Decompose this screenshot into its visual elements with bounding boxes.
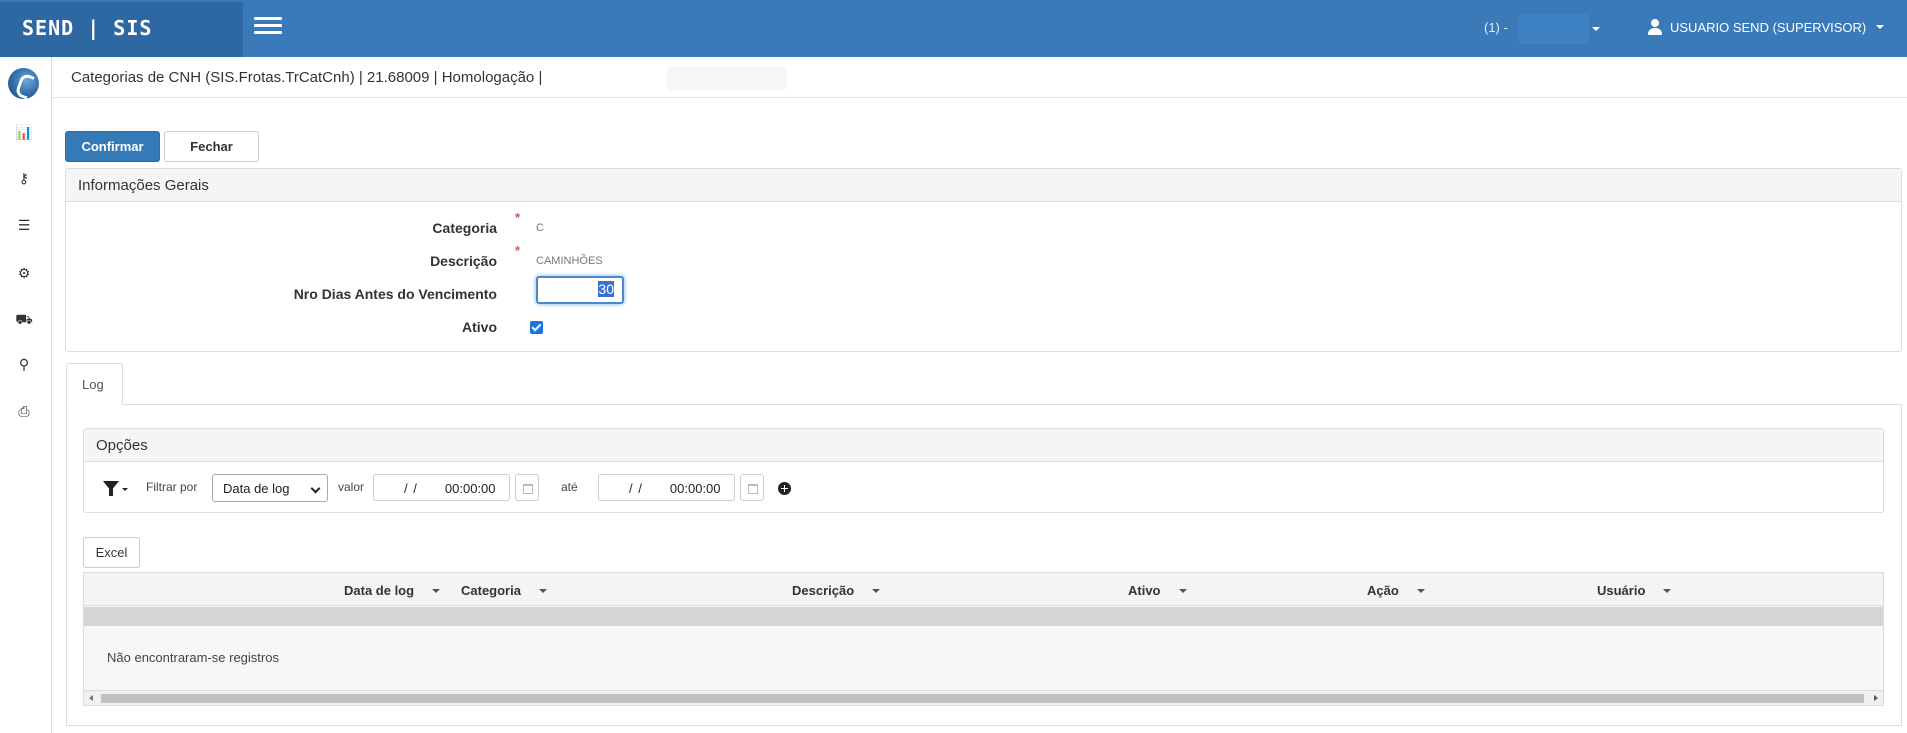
sort-caret-icon — [872, 588, 881, 593]
environment-redacted — [667, 66, 787, 90]
sort-caret-icon — [432, 588, 441, 593]
sort-caret-icon — [1416, 588, 1425, 593]
ativo-checkbox[interactable] — [530, 321, 543, 334]
categoria-value: C — [536, 222, 544, 234]
panel-heading: Informações Gerais — [66, 169, 1901, 202]
brand-logo[interactable]: SEND | SIS — [0, 2, 243, 57]
column-header-descricao[interactable]: Descrição — [792, 583, 881, 598]
from-date: / / — [404, 481, 417, 496]
excel-export-button[interactable]: Excel — [83, 537, 140, 568]
chevron-down-icon — [1876, 25, 1885, 29]
horizontal-scrollbar[interactable] — [84, 690, 1883, 705]
from-calendar-icon[interactable] — [515, 474, 539, 501]
page-title: Categorias de CNH (SIS.Frotas.TrCatCnh) … — [71, 69, 543, 86]
truck-icon[interactable]: ⛟ — [15, 310, 33, 328]
scrollbar-thumb[interactable] — [101, 694, 1864, 703]
column-header-usuario[interactable]: Usuário — [1597, 583, 1672, 598]
company-name-redacted — [1519, 14, 1589, 44]
server-icon[interactable]: ☰ — [15, 216, 33, 234]
user-icon — [1648, 19, 1662, 35]
ate-label: até — [561, 480, 578, 494]
from-date-input[interactable]: / / 00:00:00 — [373, 474, 510, 501]
column-header-acao[interactable]: Ação — [1367, 583, 1425, 598]
required-mark: * — [515, 210, 521, 225]
grid-header: Data de log Categoria Descrição Ativo Aç… — [84, 573, 1883, 606]
tab-log[interactable]: Log — [66, 363, 123, 405]
company-selector[interactable]: (1) - — [1484, 20, 1508, 35]
confirm-button[interactable]: Confirmar — [65, 131, 160, 162]
key-icon[interactable]: ⚷ — [15, 169, 33, 187]
scroll-right-icon[interactable] — [1874, 695, 1878, 701]
dias-label: Nro Dias Antes do Vencimento — [293, 286, 497, 302]
column-header-data-de-log[interactable]: Data de log — [344, 583, 441, 598]
options-heading: Opções — [84, 429, 1883, 462]
required-mark: * — [515, 243, 521, 258]
sort-caret-icon — [1663, 588, 1672, 593]
search-icon[interactable]: ⚲ — [15, 355, 33, 373]
company-caret-icon[interactable] — [1592, 27, 1600, 31]
to-date: / / — [629, 481, 642, 496]
dias-input[interactable]: 30 — [536, 276, 624, 304]
cogs-icon[interactable]: ⚙ — [15, 264, 33, 282]
scroll-left-icon[interactable] — [89, 695, 93, 701]
from-time: 00:00:00 — [444, 481, 496, 496]
grid-filter-row — [84, 607, 1883, 626]
column-header-categoria[interactable]: Categoria — [461, 583, 547, 598]
sort-caret-icon — [1178, 588, 1187, 593]
column-header-ativo[interactable]: Ativo — [1128, 583, 1187, 598]
close-button[interactable]: Fechar — [164, 131, 259, 162]
menu-toggle-icon[interactable] — [254, 17, 282, 37]
bar-chart-icon[interactable]: 📊 — [15, 123, 33, 141]
app-logo[interactable] — [8, 68, 39, 99]
categoria-label: Categoria — [432, 220, 497, 236]
user-menu[interactable]: USUARIO SEND (SUPERVISOR) — [1648, 19, 1885, 35]
grid-empty-message: Não encontraram-se registros — [107, 650, 279, 665]
sidebar: 📊 ⚷ ☰ ⚙ ⛟ ⚲ ⎙ — [0, 57, 52, 733]
valor-label: valor — [338, 480, 365, 494]
log-grid: Data de log Categoria Descrição Ativo Aç… — [83, 572, 1884, 706]
sort-caret-icon — [538, 588, 547, 593]
add-filter-icon[interactable] — [778, 482, 791, 495]
filter-select[interactable]: Data de log — [212, 474, 328, 502]
filter-icon[interactable] — [103, 479, 129, 499]
to-calendar-icon[interactable] — [740, 474, 764, 501]
top-navbar: SEND | SIS (1) - USUARIO SEND (SUPERVISO… — [0, 0, 1907, 57]
descricao-value: CAMINHÕES — [536, 255, 603, 267]
options-panel: Opções — [83, 428, 1884, 513]
filter-by-label: Filtrar por — [146, 480, 198, 494]
dias-input-value: 30 — [598, 281, 614, 297]
descricao-label: Descrição — [430, 253, 497, 269]
page-header: Categorias de CNH (SIS.Frotas.TrCatCnh) … — [52, 57, 1907, 98]
ativo-label: Ativo — [462, 319, 497, 335]
to-time: 00:00:00 — [669, 481, 721, 496]
print-icon[interactable]: ⎙ — [15, 402, 33, 420]
user-name: USUARIO SEND (SUPERVISOR) — [1670, 19, 1867, 35]
to-date-input[interactable]: / / 00:00:00 — [598, 474, 735, 501]
